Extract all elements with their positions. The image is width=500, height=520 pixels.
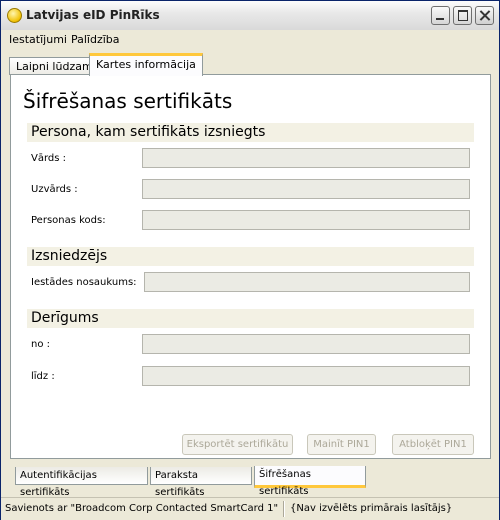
status-bar: Savienots ar "Broadcom Corp Contacted Sm… — [1, 497, 499, 520]
label-last-name: Uzvārds : — [31, 184, 78, 195]
window-title: Latvijas eID PinRīks — [26, 8, 160, 22]
change-pin1-button[interactable]: Mainīt PIN1 — [307, 434, 376, 455]
export-certificate-button[interactable]: Eksportēt sertifikātu — [182, 434, 293, 455]
valid-from-field[interactable] — [142, 334, 470, 354]
top-tab-strip: Laipni lūdzam! Kartes informācija — [1, 53, 499, 76]
tab-card-info[interactable]: Kartes informācija — [89, 53, 203, 76]
app-logo-icon — [7, 8, 22, 23]
label-first-name: Vārds : — [31, 153, 67, 164]
valid-to-field[interactable] — [142, 366, 470, 386]
menu-help[interactable]: Palīdzība — [71, 33, 120, 46]
section-header-persona: Persona, kam sertifikāts izsniegts — [27, 123, 474, 142]
maximize-button[interactable] — [453, 6, 472, 25]
tab-signing-certificate[interactable]: Paraksta sertifikāts — [150, 467, 252, 498]
status-reader: {Nav izvēlēts primārais lasītājs} — [290, 503, 453, 514]
status-divider — [283, 501, 285, 517]
label-valid-from: no : — [31, 339, 51, 350]
page-title: Šifrēšanas sertifikāts — [23, 89, 233, 113]
section-header-issuer: Izsniedzējs — [27, 247, 474, 266]
tab-auth-certificate[interactable]: Autentifikācijas sertifikāts — [15, 467, 148, 498]
menu-bar: Iestatījumi Palīdzība — [1, 30, 499, 48]
personal-code-field[interactable] — [142, 210, 470, 230]
menu-settings[interactable]: Iestatījumi — [9, 33, 67, 46]
certificate-panel: Šifrēšanas sertifikāts Persona, kam sert… — [10, 74, 491, 459]
label-valid-to: līdz : — [31, 371, 55, 382]
minimize-button[interactable] — [431, 6, 450, 25]
title-bar[interactable]: Latvijas eID PinRīks — [1, 1, 499, 31]
label-institution-name: Iestādes nosaukums: — [31, 277, 137, 288]
section-header-validity: Derīgums — [27, 309, 474, 328]
status-connection: Savienots ar "Broadcom Corp Contacted Sm… — [5, 503, 279, 514]
tab-encryption-certificate[interactable]: Šifrēšanas sertifikāts — [254, 466, 366, 497]
institution-name-field[interactable] — [144, 272, 470, 292]
app-window: Latvijas eID PinRīks Iestatījumi Palīdzī… — [0, 0, 500, 520]
first-name-field[interactable] — [142, 148, 470, 168]
unblock-pin1-button[interactable]: Atbloķēt PIN1 — [392, 434, 474, 455]
last-name-field[interactable] — [142, 179, 470, 199]
close-button[interactable] — [475, 6, 494, 25]
label-personal-code: Personas kods: — [31, 215, 106, 226]
